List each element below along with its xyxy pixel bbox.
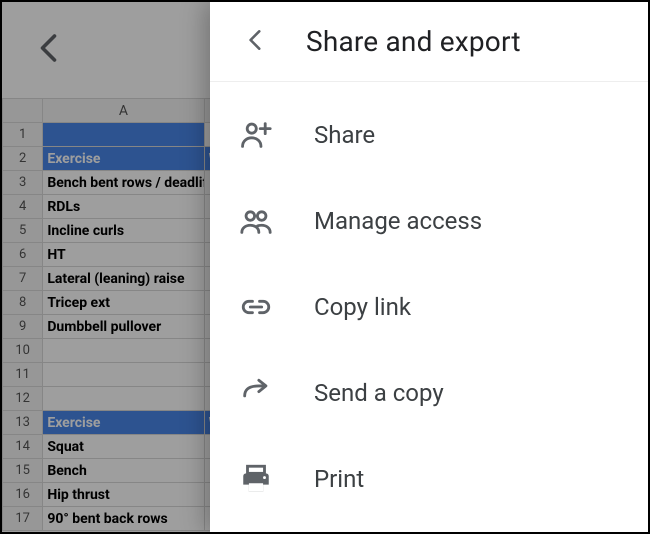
share-export-panel: Share and export Share Manage access Copy … xyxy=(210,2,648,532)
panel-menu: Share Manage access Copy link Send a copy Pr… xyxy=(210,82,648,532)
print-menu-item[interactable]: Print xyxy=(210,436,648,522)
send-copy-menu-item[interactable]: Send a copy xyxy=(210,350,648,436)
menu-item-label: Print xyxy=(314,465,364,493)
people-icon xyxy=(236,201,276,241)
panel-back-button[interactable] xyxy=(234,20,278,64)
chevron-left-icon xyxy=(243,27,269,57)
send-copy-icon xyxy=(236,373,276,413)
people-menu-item[interactable]: Manage access xyxy=(210,178,648,264)
person-plus-icon xyxy=(236,115,276,155)
link-icon xyxy=(236,287,276,327)
print-icon xyxy=(236,459,276,499)
menu-item-label: Share xyxy=(314,121,375,149)
menu-item-label: Copy link xyxy=(314,293,411,321)
person-plus-menu-item[interactable]: Share xyxy=(210,92,648,178)
link-menu-item[interactable]: Copy link xyxy=(210,264,648,350)
menu-item-label: Manage access xyxy=(314,207,482,235)
panel-header: Share and export xyxy=(210,2,648,82)
panel-title: Share and export xyxy=(306,25,521,58)
menu-item-label: Send a copy xyxy=(314,379,444,407)
